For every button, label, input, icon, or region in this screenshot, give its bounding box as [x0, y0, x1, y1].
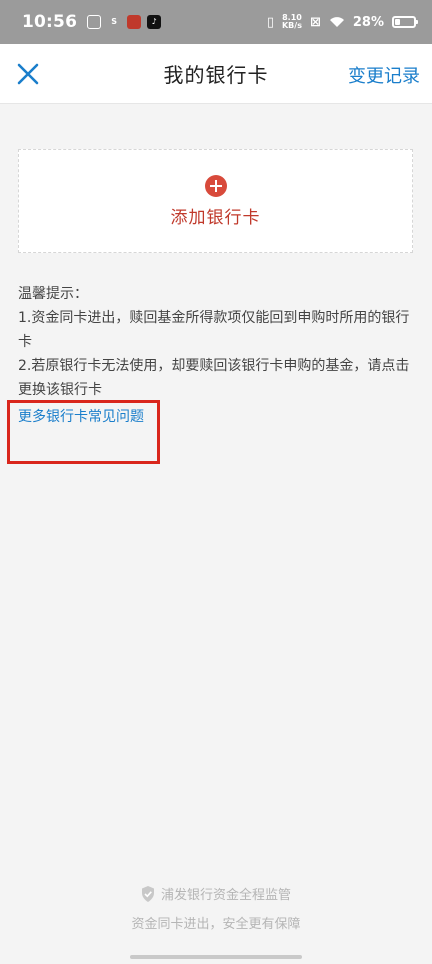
footer-line-2: 资金同卡进出，安全更有保障 [131, 917, 301, 932]
calendar-icon [87, 15, 102, 29]
nav-bar: 我的银行卡 变更记录 [0, 44, 432, 104]
status-right: ▯ 8.10 KB/s ⊠ 28% [266, 14, 418, 30]
battery-fill [395, 19, 400, 25]
add-bank-card-label: 添加银行卡 [170, 207, 261, 228]
status-bar: 10:56 S ♪ ▯ 8.10 KB/s ⊠ 28% [0, 0, 432, 44]
page-title: 我的银行卡 [163, 63, 269, 87]
change-history-button[interactable]: 变更记录 [348, 62, 420, 88]
home-indicator[interactable] [130, 955, 302, 959]
wifi-icon [329, 17, 344, 27]
footer-supervision-text: 浦发银行资金全程监管 [160, 888, 291, 903]
status-time: 10:56 [22, 12, 78, 32]
app-s-icon: S [111, 17, 117, 26]
sim-icon: ⊠ [309, 14, 321, 30]
battery-text: 28% [352, 14, 384, 30]
close-icon[interactable] [14, 60, 42, 88]
battery-icon [392, 16, 418, 28]
footer-line-1: 浦发银行资金全程监管 [0, 884, 432, 903]
highlight-box [7, 400, 160, 464]
app-red-icon [127, 15, 142, 29]
shield-icon [141, 885, 154, 902]
status-app-icons: S ♪ [87, 15, 162, 29]
plus-icon [204, 174, 227, 197]
net-speed: 8.10 KB/s [282, 14, 302, 30]
footer: 浦发银行资金全程监管 资金同卡进出，安全更有保障 [0, 884, 432, 932]
add-bank-card-button[interactable]: 添加银行卡 [18, 149, 413, 253]
tips-section: 温馨提示： 1.资金同卡进出，赎回基金所得款项仅能回到申购时所用的银行卡 2.若… [18, 282, 414, 402]
tips-heading: 温馨提示： [18, 286, 88, 302]
tips-item-1: 1.资金同卡进出，赎回基金所得款项仅能回到申购时所用的银行卡 [18, 310, 410, 350]
tiktok-icon: ♪ [147, 15, 162, 29]
tips-item-2: 2.若原银行卡无法使用，却要赎回该银行卡申购的基金，请点击更换该银行卡 [18, 358, 410, 398]
vibrate-icon: ▯ [266, 14, 274, 30]
net-speed-unit: KB/s [281, 21, 302, 30]
